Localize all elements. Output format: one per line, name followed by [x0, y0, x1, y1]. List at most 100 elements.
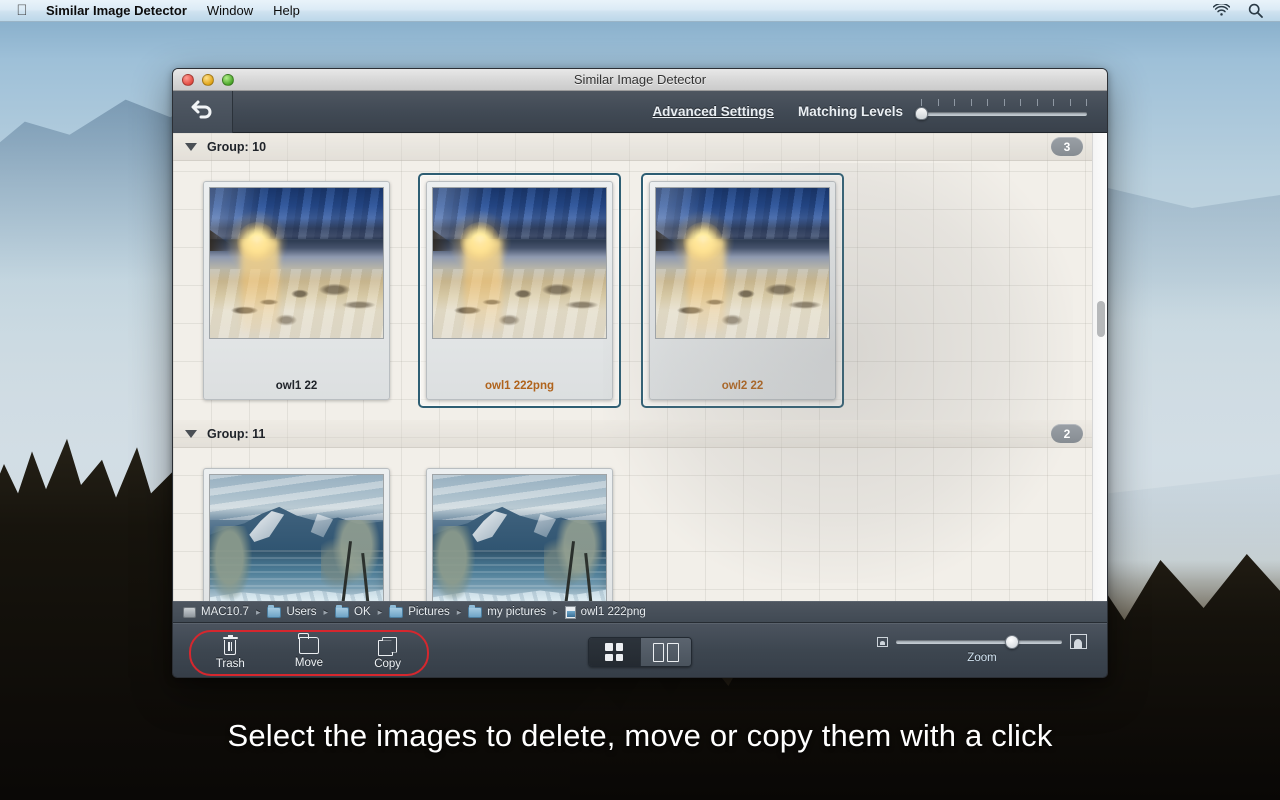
slider-knob[interactable] — [915, 106, 928, 120]
move-button-label: Move — [294, 657, 324, 669]
scrollbar-thumb[interactable] — [1097, 301, 1105, 337]
thumbnail-image — [209, 474, 384, 601]
thumbnail-card — [426, 468, 613, 601]
breadcrumb-item-my-pictures[interactable]: my pictures — [468, 604, 546, 618]
small-image-icon[interactable] — [877, 636, 888, 647]
breadcrumb-label: Users — [286, 606, 317, 618]
zoom-slider-track[interactable] — [896, 634, 1062, 649]
triangle-down-icon[interactable] — [185, 142, 197, 151]
thumbnail-item[interactable] — [418, 460, 621, 601]
sky-clouds — [210, 475, 383, 520]
thumbnail-image — [655, 187, 830, 339]
folder-users-icon — [267, 604, 282, 618]
group-header[interactable]: Group: 11 2 — [173, 420, 1107, 448]
action-buttons-group-highlight: Trash Move Copy — [189, 630, 429, 676]
thumbnail-caption: owl2 22 — [721, 380, 764, 392]
breadcrumb-item-pictures[interactable]: Pictures — [389, 604, 450, 618]
slider-ticks — [921, 98, 1087, 106]
breadcrumb-item-disk[interactable]: MAC10.7 — [183, 606, 249, 618]
cliff-shape — [210, 230, 231, 251]
thumbnail-item[interactable]: owl1 222png — [418, 173, 621, 408]
breadcrumb-separator: ▸ — [323, 606, 329, 617]
trash-icon — [222, 634, 238, 655]
path-breadcrumb-bar: MAC10.7 ▸ Users ▸ OK ▸ Pictures ▸ my pic… — [173, 601, 1107, 623]
bottom-toolbar: Trash Move Copy Zoom — [173, 623, 1107, 677]
mountain-lake-artwork — [210, 475, 383, 601]
beach-sunset-artwork — [656, 188, 829, 338]
breadcrumb-item-ok[interactable]: OK — [335, 604, 371, 618]
breadcrumb-label: MAC10.7 — [201, 606, 249, 618]
group-title: Group: 11 — [207, 426, 266, 441]
copy-button[interactable]: Copy — [357, 637, 419, 670]
thumbnail-caption: owl1 22 — [275, 380, 318, 392]
zoom-label: Zoom — [967, 652, 997, 664]
hard-disk-icon — [183, 606, 196, 618]
matching-levels-slider[interactable] — [915, 98, 1087, 126]
cliff-shape — [433, 230, 454, 251]
wifi-icon[interactable] — [1204, 4, 1239, 17]
thumbnail-item[interactable]: owl2 22 — [641, 173, 844, 408]
desktop-background:  Similar Image Detector Window Help — [0, 0, 1280, 800]
zoom-control: Zoom — [877, 634, 1087, 664]
two-column-view-icon — [652, 642, 679, 662]
mountain-lake-artwork — [433, 475, 606, 601]
group-count-badge: 2 — [1051, 424, 1083, 443]
zoom-slider-knob[interactable] — [1005, 634, 1020, 649]
trash-button[interactable]: Trash — [199, 634, 261, 670]
move-button[interactable]: Move — [278, 633, 340, 669]
breadcrumb-separator: ▸ — [456, 606, 462, 617]
thumbnail-card: owl1 22 — [203, 181, 390, 400]
slider-track[interactable] — [915, 111, 1087, 116]
breadcrumb-separator: ▸ — [377, 606, 383, 617]
window-title-bar[interactable]: Similar Image Detector — [173, 69, 1107, 91]
group-count-badge: 3 — [1051, 137, 1083, 156]
breadcrumb-label: OK — [354, 606, 371, 618]
menu-item-app-name[interactable]: Similar Image Detector — [36, 1, 197, 21]
menu-item-window[interactable]: Window — [197, 1, 263, 21]
group-title: Group: 10 — [207, 139, 267, 154]
thumbnail-row — [173, 448, 1107, 601]
spotlight-search-icon[interactable] — [1239, 3, 1272, 18]
breadcrumb-item-file[interactable]: owl1 222png — [564, 605, 646, 619]
zoom-slider-row — [877, 634, 1087, 649]
thumbnail-caption: owl1 222png — [484, 380, 555, 392]
advanced-settings-link[interactable]: Advanced Settings — [652, 104, 774, 119]
triangle-down-icon[interactable] — [185, 429, 197, 438]
folder-move-icon — [298, 633, 319, 654]
cliff-shape — [656, 230, 677, 251]
thumbnail-item[interactable]: owl1 22 — [195, 173, 398, 408]
vertical-scrollbar[interactable] — [1092, 133, 1107, 601]
thumbnail-row: owl1 22 owl1 222png owl2 22 — [173, 161, 1107, 408]
thumbnail-card: owl1 222png — [426, 181, 613, 400]
promo-caption: Select the images to delete, move or cop… — [227, 718, 1053, 753]
beach-sunset-artwork — [433, 188, 606, 338]
tree-right — [320, 520, 380, 601]
thumbnail-card — [203, 468, 390, 601]
foreground-rocks — [210, 269, 383, 338]
breadcrumb-label: owl1 222png — [580, 606, 646, 618]
back-button[interactable] — [173, 90, 233, 133]
sun-glow — [459, 222, 500, 262]
thumbnail-card: owl2 22 — [649, 181, 836, 400]
matching-levels-label: Matching Levels — [797, 104, 903, 119]
breadcrumb-separator: ▸ — [553, 606, 558, 617]
breadcrumb-item-users[interactable]: Users — [267, 604, 317, 618]
app-window: Similar Image Detector Advanced Settings… — [172, 68, 1108, 678]
thumbnail-item[interactable] — [195, 460, 398, 601]
thumbnail-image — [432, 474, 607, 601]
thumbnail-image — [432, 187, 607, 339]
menu-item-help[interactable]: Help — [263, 1, 310, 21]
image-document-icon — [564, 605, 576, 619]
large-image-icon[interactable] — [1070, 634, 1087, 649]
beach-sunset-artwork — [210, 188, 383, 338]
sun-glow — [682, 222, 723, 262]
foreground-rocks — [656, 269, 829, 338]
group-header[interactable]: Group: 10 3 — [173, 133, 1107, 161]
results-content-area: Group: 10 3 owl1 22 owl1 222png owl2 22 … — [173, 133, 1107, 601]
foreground-rocks — [433, 269, 606, 338]
two-column-view-button[interactable] — [639, 638, 691, 666]
breadcrumb-label: Pictures — [408, 606, 450, 618]
grid-view-button[interactable] — [589, 638, 640, 666]
copy-icon — [378, 637, 397, 656]
apple-icon[interactable]:  — [8, 3, 36, 18]
